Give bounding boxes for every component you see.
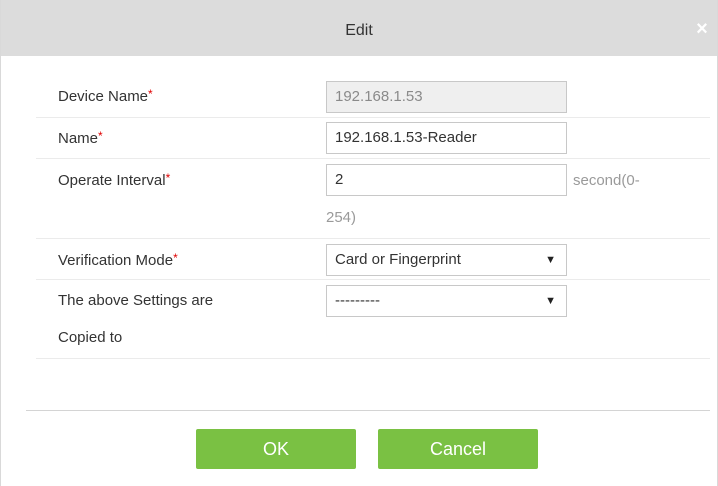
dialog-titlebar: Edit × bbox=[1, 0, 717, 56]
device-name-field: 192.168.1.53 bbox=[326, 81, 567, 113]
copy-to-select[interactable]: --------- ▼ bbox=[326, 285, 567, 317]
required-mark: * bbox=[148, 87, 153, 101]
verification-mode-selected: Card or Fingerprint bbox=[335, 251, 461, 268]
name-label-text: Name bbox=[58, 130, 99, 147]
chevron-down-icon: ▼ bbox=[545, 295, 556, 307]
interval-hint-line2: 254) bbox=[326, 209, 357, 226]
copy-to-selected: --------- bbox=[335, 292, 380, 309]
required-mark: * bbox=[98, 129, 103, 143]
copy-to-label-line1: The above Settings are bbox=[58, 292, 214, 309]
name-field[interactable]: 192.168.1.53-Reader bbox=[326, 122, 567, 154]
device-name-label: Device Name* bbox=[58, 87, 153, 105]
verification-mode-label: Verification Mode* bbox=[58, 251, 178, 269]
close-icon[interactable]: × bbox=[693, 19, 711, 39]
device-name-label-text: Device Name bbox=[58, 88, 149, 105]
copy-to-label-line2: Copied to bbox=[58, 329, 123, 346]
required-mark: * bbox=[173, 251, 178, 265]
row-divider bbox=[36, 279, 710, 280]
chevron-down-icon: ▼ bbox=[545, 254, 556, 266]
row-divider bbox=[36, 158, 710, 159]
edit-dialog: Edit × Device Name* 192.168.1.53 Name* 1… bbox=[0, 0, 718, 486]
ok-button[interactable]: OK bbox=[196, 429, 356, 469]
verification-mode-label-text: Verification Mode bbox=[58, 252, 174, 269]
dialog-title: Edit bbox=[345, 22, 373, 39]
verification-mode-select[interactable]: Card or Fingerprint ▼ bbox=[326, 244, 567, 276]
operate-interval-label-text: Operate Interval bbox=[58, 172, 166, 189]
footer-divider bbox=[26, 410, 710, 411]
operate-interval-label: Operate Interval* bbox=[58, 171, 171, 189]
row-divider bbox=[36, 358, 710, 359]
name-label: Name* bbox=[58, 129, 103, 147]
row-divider bbox=[36, 117, 710, 118]
interval-hint-line1: second(0- bbox=[573, 172, 640, 189]
operate-interval-field[interactable]: 2 bbox=[326, 164, 567, 196]
cancel-button[interactable]: Cancel bbox=[378, 429, 538, 469]
required-mark: * bbox=[165, 171, 171, 185]
row-divider bbox=[36, 238, 710, 239]
